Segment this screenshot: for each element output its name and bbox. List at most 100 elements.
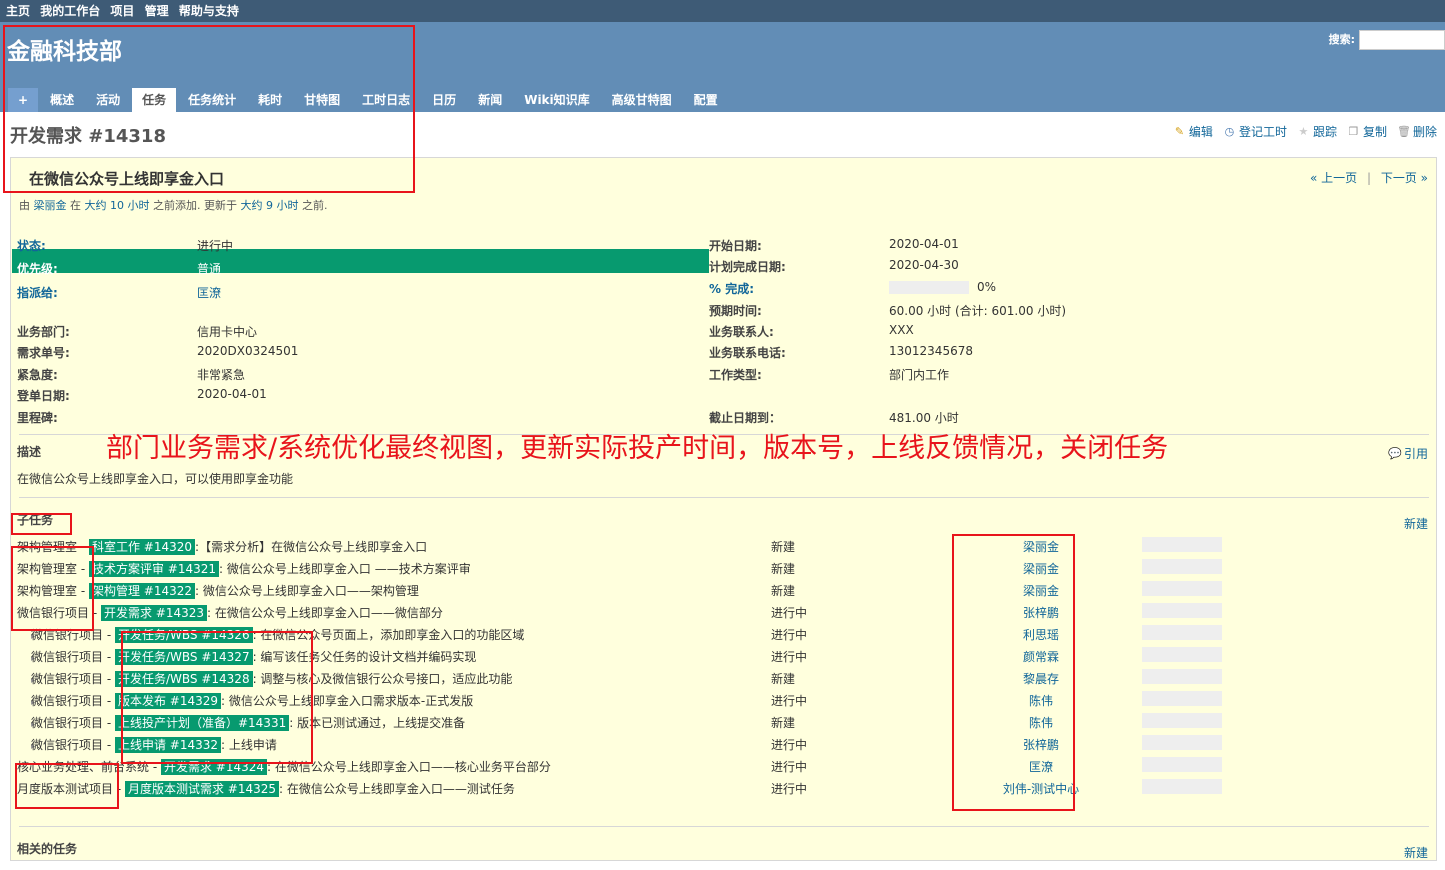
author-line: 由 梁丽金 在 大约 10 小时 之前添加. 更新于 大约 9 小时 之前. [19,197,328,213]
attr-due-date-value: 2020-04-30 [889,258,959,272]
subtask-progress-bar [1142,625,1222,640]
content: 开发需求 #14318 ✎ 编辑 ◷ 登记工时 ★ 跟踪 ❐ 复制 🗑 删除 在微信公众号… [0,25,1445,870]
attr-due-date-label: 计划完成日期: [709,260,786,274]
delete-label: 删除 [1412,125,1437,139]
edit-link[interactable]: ✎ 编辑 [1173,123,1213,140]
subtask-status: 进行中 [771,605,808,620]
top-menu-my-page[interactable]: 我的工作台 [40,4,100,18]
quick-search: 搜索: [1329,30,1445,50]
attr-start-date-value: 2020-04-01 [889,237,959,251]
prev-link[interactable]: « 上一页 [1310,171,1357,185]
expand-arrow-icon[interactable]: ▸ [17,632,36,642]
attr-assignee-value[interactable]: 匡潦 [197,284,221,301]
subtask-project[interactable]: 微信银行项目 [31,672,103,686]
updated-suffix: 之前. [302,199,328,212]
subtask-link[interactable]: 开发需求 #14323 [100,604,208,621]
subtask-subject: : 微信公众号上线即享金入口 ——技术方案评审 [219,561,471,576]
attr-status-label: 状态: [17,239,46,253]
done-ratio-bar [889,281,969,294]
attr-start-date-label: 开始日期: [709,239,762,253]
subtask-status: 进行中 [771,627,808,642]
top-menu-projects[interactable]: 项目 [110,4,134,18]
tab-wiki[interactable]: Wiki知识库 [514,88,599,112]
author-prefix: 由 [19,199,30,212]
expand-arrow-icon[interactable]: ▸ [17,654,36,664]
subtask-subject: : 微信公众号上线即享金入口——架构管理 [195,583,419,598]
divider [19,826,1429,827]
added-time-link[interactable]: 大约 10 小时 [85,199,150,212]
search-label: 搜索: [1328,33,1355,46]
description-text: 在微信公众号上线即享金入口，可以使用即享金功能 [17,472,294,486]
time-icon: ◷ [1224,125,1235,138]
watch-link[interactable]: ★ 跟踪 [1297,123,1337,140]
subtask-progress-cell [1136,755,1236,777]
updated-time-link[interactable]: 大约 9 小时 [241,199,299,212]
expand-arrow-icon[interactable]: ▸ [17,698,36,708]
subtask-subject-cell: 架构管理室 - 技术方案评审 #14321: 微信公众号上线即享金入口 ——技术… [17,557,771,579]
tab-calendar[interactable]: 日历 [422,88,466,112]
quote-link[interactable]: 💬 引用 [1388,445,1428,462]
subtask-progress-cell [1136,667,1236,689]
prev-next-nav: « 上一页 | 下一页 » [1310,169,1428,186]
subtask-dash: - [103,671,115,686]
attr-priority-label: 优先级: [17,262,58,276]
subtask-project[interactable]: 微信银行项目 [31,738,103,752]
subtask-subject-cell: 月度版本测试项目 - 月度版本测试需求 #14325: 在微信公众号上线即享金入… [17,777,771,799]
attr-contact-label: 业务联系人: [709,325,774,339]
subtask-subject-cell: 架构管理室 - 架构管理 #14322: 微信公众号上线即享金入口——架构管理 [17,579,771,601]
top-menu-home[interactable]: 主页 [6,4,30,18]
next-link[interactable]: 下一页 » [1381,171,1428,185]
author-link[interactable]: 梁丽金 [34,199,67,212]
subtask-progress-bar [1142,603,1222,618]
annotation-box-wbs [121,631,313,764]
annotation-text: 部门业务需求/系统优化最终视图，更新实际投产时间，版本号，上线反馈情况，关闭任务 [106,433,1169,464]
subtask-project[interactable]: 微信银行项目 [31,650,103,664]
subtask-progress-bar [1142,735,1222,750]
top-menu-admin[interactable]: 管理 [145,4,169,18]
expand-arrow-icon[interactable]: ▸ [17,676,36,686]
subtask-progress-bar [1142,713,1222,728]
subtask-dash: - [103,737,115,752]
subtask-progress-bar [1142,647,1222,662]
attr-request-no-value: 2020DX0324501 [197,344,299,358]
attr-work-type-value: 部门内工作 [889,368,950,382]
subtask-progress-cell [1136,645,1236,667]
attr-urgency-label: 紧急度: [17,368,58,382]
tab-settings[interactable]: 配置 [684,88,728,112]
related-new-link[interactable]: 新建 [1404,844,1428,861]
subtask-link[interactable]: 月度版本测试需求 #14325 [124,780,280,797]
subtask-progress-bar [1142,559,1222,574]
divider [19,497,1429,498]
expand-arrow-icon[interactable]: ▸ [17,742,36,752]
attr-register-date-label: 登单日期: [17,389,70,403]
subtask-dash: - [103,693,115,708]
annotation-box-title [3,25,415,193]
subtask-progress-cell [1136,557,1236,579]
subtask-project[interactable]: 微信银行项目 [31,694,103,708]
search-input[interactable] [1359,30,1445,50]
annotation-box-other-projects [15,763,119,809]
subtasks-new-link[interactable]: 新建 [1404,515,1428,532]
top-menu-help[interactable]: 帮助与支持 [179,4,239,18]
top-menu: 主页 我的工作台 项目 管理 帮助与支持 [0,0,1445,22]
quote-icon: 💬 [1387,447,1402,460]
subtask-project[interactable]: 微信银行项目 [31,716,103,730]
attr-request-no-label: 需求单号: [17,346,70,360]
subtask-progress-cell [1136,535,1236,557]
subtask-progress-cell [1136,623,1236,645]
expand-arrow-icon[interactable]: ▸ [17,720,36,730]
tab-news[interactable]: 新闻 [468,88,512,112]
subtask-progress-cell [1136,689,1236,711]
subtask-progress-cell [1136,733,1236,755]
description-label: 描述 [17,445,42,459]
delete-link[interactable]: 🗑 删除 [1397,123,1437,140]
subtask-link[interactable]: 科室工作 #14320 [88,538,196,555]
tab-advanced-gantt[interactable]: 高级甘特图 [602,88,682,112]
subtask-progress-bar [1142,691,1222,706]
contextual-actions: ✎ 编辑 ◷ 登记工时 ★ 跟踪 ❐ 复制 🗑 删除 [1173,123,1437,140]
log-time-link[interactable]: ◷ 登记工时 [1223,123,1287,140]
subtask-status: 新建 [771,671,796,686]
copy-link[interactable]: ❐ 复制 [1347,123,1387,140]
subtask-link[interactable]: 架构管理 #14322 [88,582,196,599]
subtask-link[interactable]: 技术方案评审 #14321 [88,560,220,577]
